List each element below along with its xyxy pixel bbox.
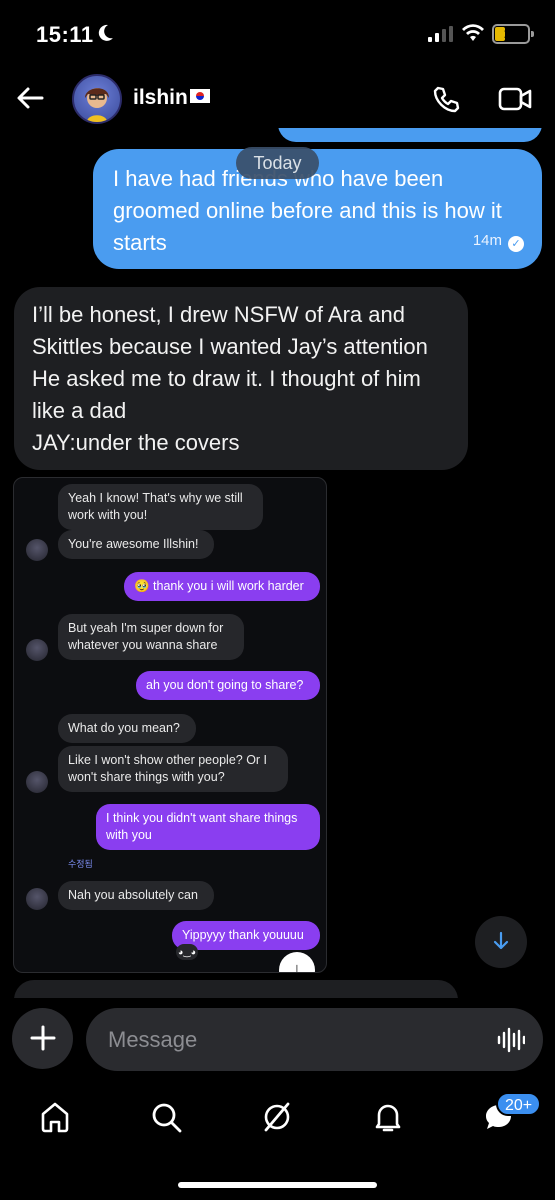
battery-icon: 10 <box>492 24 534 44</box>
video-call-icon[interactable] <box>497 84 533 114</box>
message-line: He asked me to draw it. I thought of him <box>32 366 421 391</box>
avatar <box>26 888 48 910</box>
composer <box>0 1004 555 1074</box>
date-divider: Today <box>236 147 319 179</box>
conversation-header: ilshin <box>0 70 555 128</box>
grok-icon[interactable] <box>260 1100 294 1134</box>
embedded-message: ah you don't going to share? <box>136 671 320 700</box>
previous-message <box>278 128 542 142</box>
signal-icon <box>428 26 453 42</box>
embedded-message: Yeah I know! That's why we still work wi… <box>58 484 263 530</box>
home-icon[interactable] <box>38 1100 72 1134</box>
embedded-message: You're awesome Illshin! <box>58 530 214 559</box>
reaction-icon: ◕‿◕ <box>176 944 198 960</box>
plus-icon <box>30 1025 55 1051</box>
avatar[interactable] <box>72 74 122 124</box>
message-meta: 14m ✓ <box>473 225 524 257</box>
scroll-to-bottom-button[interactable] <box>475 916 527 968</box>
embedded-message: I think you didn't want share things wit… <box>96 804 320 850</box>
embedded-message: Like I won't show other people? Or I won… <box>58 746 288 792</box>
bell-icon[interactable] <box>371 1100 405 1134</box>
avatar <box>26 639 48 661</box>
voice-message-icon[interactable] <box>497 1026 525 1054</box>
embedded-message: Nah you absolutely can <box>58 881 214 910</box>
arrow-down-icon: ↓ <box>279 952 315 972</box>
message-line: JAY:under the covers <box>32 430 240 455</box>
unread-badge: 20+ <box>496 1092 542 1116</box>
contact-name[interactable]: ilshin <box>133 86 210 110</box>
battery-level: 10 <box>503 26 519 41</box>
arrow-down-icon <box>493 931 509 950</box>
add-attachment-button[interactable] <box>12 1008 73 1069</box>
message-line: like a dad <box>32 398 127 423</box>
next-message <box>14 980 458 998</box>
message-list[interactable]: I have had friends who have been groomed… <box>0 128 555 998</box>
incoming-message[interactable]: I’ll be honest, I drew NSFW of Ara and S… <box>14 287 468 470</box>
avatar <box>26 539 48 561</box>
message-text: I have had friends who have been groomed… <box>113 166 502 255</box>
bottom-nav: 20+ <box>0 1086 555 1156</box>
back-arrow-icon[interactable] <box>14 82 46 114</box>
home-indicator <box>178 1182 377 1188</box>
image-attachment[interactable]: Yeah I know! That's why we still work wi… <box>13 477 327 973</box>
message-line: Skittles because I wanted Jay’s attentio… <box>32 334 428 359</box>
moon-icon <box>98 24 113 41</box>
message-line: I’ll be honest, I drew NSFW of Ara and <box>32 302 405 327</box>
read-check-icon: ✓ <box>508 236 524 252</box>
search-icon[interactable] <box>149 1100 183 1134</box>
phone-icon[interactable] <box>430 84 462 116</box>
message-input[interactable] <box>86 1008 543 1071</box>
status-bar: 15:11 10 <box>0 0 555 70</box>
status-time: 15:11 <box>36 22 94 47</box>
embedded-message: 🥹 thank you i will work harder <box>124 572 320 601</box>
wifi-icon <box>462 24 484 41</box>
avatar <box>26 771 48 793</box>
embedded-message: What do you mean? <box>58 714 196 743</box>
edited-label: 수정됨 <box>68 859 93 869</box>
korea-flag-icon <box>189 89 210 103</box>
embedded-message: But yeah I'm super down for whatever you… <box>58 614 244 660</box>
